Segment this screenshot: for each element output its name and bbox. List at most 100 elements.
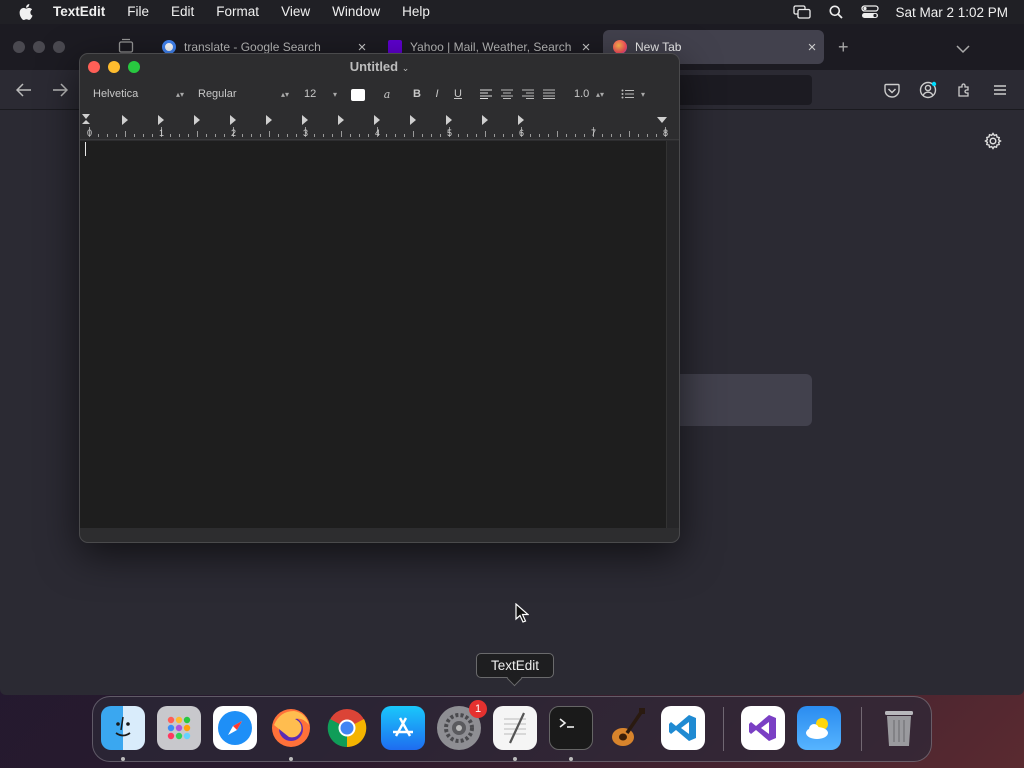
tab-stop-marker[interactable] [518, 115, 524, 125]
tab-stop-marker[interactable] [266, 115, 272, 125]
ruler-tick [341, 131, 342, 137]
ruler-tick [467, 134, 468, 137]
trash-icon[interactable] [877, 706, 921, 750]
ruler-tick [314, 134, 315, 137]
window-title[interactable]: Untitled ⌄ [80, 59, 679, 74]
account-icon[interactable] [918, 80, 938, 100]
left-indent-marker[interactable] [82, 120, 90, 124]
tab-stop-marker[interactable] [410, 115, 416, 125]
textedit-window: Untitled ⌄ Helvetica ▴▾ Regular ▴▾ 12 ▾ … [79, 53, 680, 543]
firefox-icon[interactable] [269, 706, 313, 750]
title-bar[interactable]: Untitled ⌄ [80, 54, 679, 80]
font-family-value: Helvetica [93, 88, 139, 100]
ruler-tick [548, 134, 549, 137]
vertical-scrollbar[interactable] [666, 141, 679, 528]
launchpad-icon[interactable] [157, 706, 201, 750]
new-tab-icon[interactable]: + [838, 38, 849, 56]
running-indicator [513, 757, 517, 761]
ruler-tick [350, 134, 351, 137]
safari-icon[interactable] [213, 706, 257, 750]
weather-icon[interactable] [797, 706, 841, 750]
justify-icon[interactable] [543, 85, 557, 103]
right-margin-marker[interactable] [657, 117, 667, 123]
ruler-number: 0 [87, 128, 93, 138]
control-center-icon[interactable] [853, 0, 887, 24]
tab-stop-marker[interactable] [446, 115, 452, 125]
list-tabs-icon[interactable] [956, 41, 970, 59]
list-bullets-popup[interactable]: ▾ [621, 85, 651, 103]
extensions-icon[interactable] [954, 80, 974, 100]
spotlight-search-icon[interactable] [819, 0, 853, 24]
chrome-icon[interactable] [325, 706, 369, 750]
apple-menu-icon[interactable] [0, 4, 52, 20]
menu-help[interactable]: Help [391, 0, 441, 24]
highlight-color-icon[interactable]: a [380, 85, 394, 103]
tab-stop-marker[interactable] [230, 115, 236, 125]
back-icon[interactable] [14, 80, 34, 100]
menu-window[interactable]: Window [321, 0, 391, 24]
tab-stop-marker[interactable] [338, 115, 344, 125]
tab-stop-marker[interactable] [302, 115, 308, 125]
visual-studio-icon[interactable] [741, 706, 785, 750]
align-right-icon[interactable] [522, 85, 536, 103]
tab-stop-marker[interactable] [158, 115, 164, 125]
ruler-tick [566, 134, 567, 137]
menu-format[interactable]: Format [205, 0, 270, 24]
browser-minimize-button[interactable] [33, 41, 45, 53]
document-text-area[interactable] [80, 141, 666, 528]
text-color-swatch[interactable] [351, 89, 365, 101]
align-center-icon[interactable] [501, 85, 515, 103]
tab-stop-marker[interactable] [122, 115, 128, 125]
italic-button[interactable]: I [431, 85, 443, 103]
ruler-tick [440, 134, 441, 137]
vscode-icon[interactable] [661, 706, 705, 750]
ruler-tick [512, 134, 513, 137]
tab-stop-marker[interactable] [194, 115, 200, 125]
font-size-combo[interactable]: 12 ▾ [299, 85, 337, 103]
garageband-icon[interactable] [605, 706, 649, 750]
ruler-tick [530, 134, 531, 137]
menu-app-name[interactable]: TextEdit [52, 0, 116, 24]
browser-close-button[interactable] [13, 41, 25, 53]
finder-icon[interactable] [101, 706, 145, 750]
app-store-icon[interactable] [381, 706, 425, 750]
ruler[interactable]: 0 1 2 3 4 5 6 7 8 [80, 112, 679, 140]
ruler-number: 5 [447, 128, 453, 138]
screen-mirroring-icon[interactable] [785, 0, 819, 24]
underline-button[interactable]: U [452, 85, 464, 103]
font-size-value: 12 [304, 88, 317, 100]
line-spacing-popup[interactable]: 1.0 ▴▾ [574, 85, 604, 103]
first-line-indent-marker[interactable] [82, 114, 90, 119]
new-tab-search-box[interactable] [680, 374, 812, 426]
chevron-down-icon: ▾ [332, 89, 337, 99]
terminal-icon[interactable] [549, 706, 593, 750]
tab-stop-marker[interactable] [374, 115, 380, 125]
dock-tooltip: TextEdit [476, 653, 554, 678]
ruler-tick [251, 134, 252, 137]
ruler-number: 8 [663, 128, 669, 138]
tab-stop-marker[interactable] [482, 115, 488, 125]
ruler-tick [620, 134, 621, 137]
textedit-icon[interactable] [493, 706, 537, 750]
ruler-number: 2 [231, 128, 237, 138]
menu-icon[interactable] [990, 80, 1010, 100]
font-style-popup[interactable]: Regular ▴▾ [193, 85, 289, 103]
forward-icon[interactable] [50, 80, 70, 100]
browser-zoom-button[interactable] [53, 41, 65, 53]
menu-edit[interactable]: Edit [160, 0, 205, 24]
gear-icon[interactable] [983, 131, 1003, 151]
menu-clock[interactable]: Sat Mar 2 1:02 PM [887, 5, 1024, 20]
font-family-popup[interactable]: Helvetica ▴▾ [88, 85, 184, 103]
ruler-tick [143, 134, 144, 137]
list-icon [621, 89, 634, 99]
menu-file[interactable]: File [116, 0, 160, 24]
bold-button[interactable]: B [411, 85, 423, 103]
menu-view[interactable]: View [270, 0, 321, 24]
pocket-icon[interactable] [882, 80, 902, 100]
updown-icon: ▴▾ [175, 89, 184, 99]
align-left-icon[interactable] [480, 85, 494, 103]
close-icon[interactable]: × [800, 39, 824, 56]
notification-badge: 1 [469, 700, 487, 718]
system-settings-icon[interactable]: 1 [437, 700, 487, 750]
ruler-tick [413, 131, 414, 137]
